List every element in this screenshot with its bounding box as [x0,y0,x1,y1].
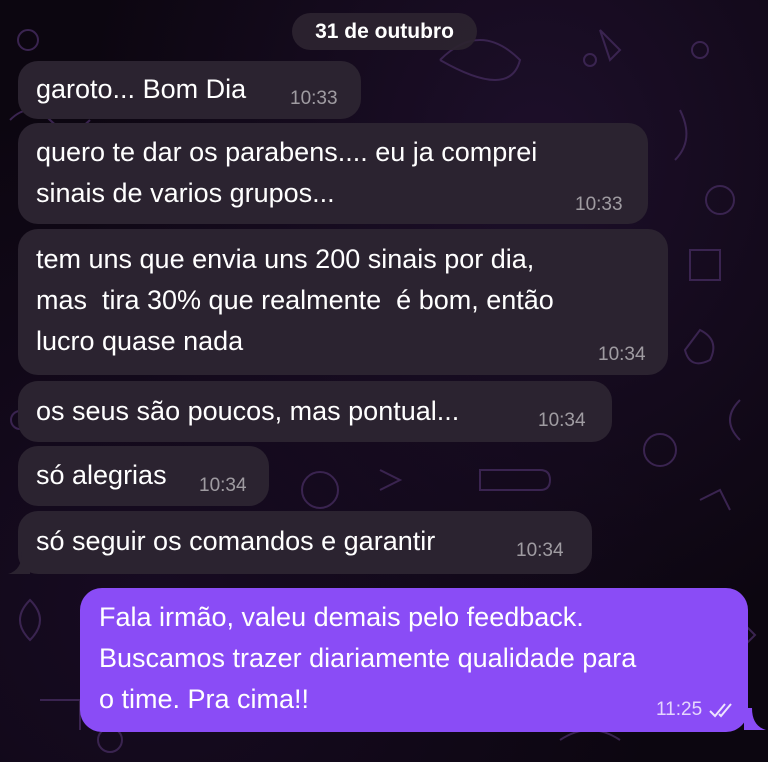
message-text: os seus são poucos, mas pontual... [36,396,460,426]
incoming-message[interactable]: só seguir os comandos e garantir 10:34 [18,511,592,574]
message-text: só seguir os comandos e garantir [36,526,436,556]
incoming-message[interactable]: só alegrias 10:34 [18,446,269,506]
message-text: quero te dar os parabens.... eu ja compr… [36,137,538,208]
message-time: 10:33 [290,88,338,109]
message-time: 10:34 [598,344,646,365]
message-text: Fala irmão, valeu demais pelo feedback. … [99,602,637,714]
message-time: 10:34 [199,475,247,496]
chat-background: 31 de outubro garoto... Bom Dia 10:33 qu… [0,0,768,762]
incoming-message[interactable]: garoto... Bom Dia 10:33 [18,61,361,119]
date-separator: 31 de outubro [292,13,477,50]
message-time: 10:34 [538,410,586,431]
bubble-tail [744,708,766,730]
message-text: garoto... Bom Dia [36,74,247,104]
outgoing-message[interactable]: Fala irmão, valeu demais pelo feedback. … [80,588,748,732]
bubble-tail [8,552,30,574]
incoming-message[interactable]: tem uns que envia uns 200 sinais por dia… [18,229,668,375]
message-time: 10:33 [575,194,623,215]
message-text: só alegrias [36,460,167,490]
incoming-message[interactable]: quero te dar os parabens.... eu ja compr… [18,123,648,224]
incoming-message[interactable]: os seus são poucos, mas pontual... 10:34 [18,381,612,442]
double-check-icon [709,703,732,718]
message-time: 11:25 [656,699,703,720]
message-text: tem uns que envia uns 200 sinais por dia… [36,244,554,356]
message-time: 10:34 [516,540,564,561]
